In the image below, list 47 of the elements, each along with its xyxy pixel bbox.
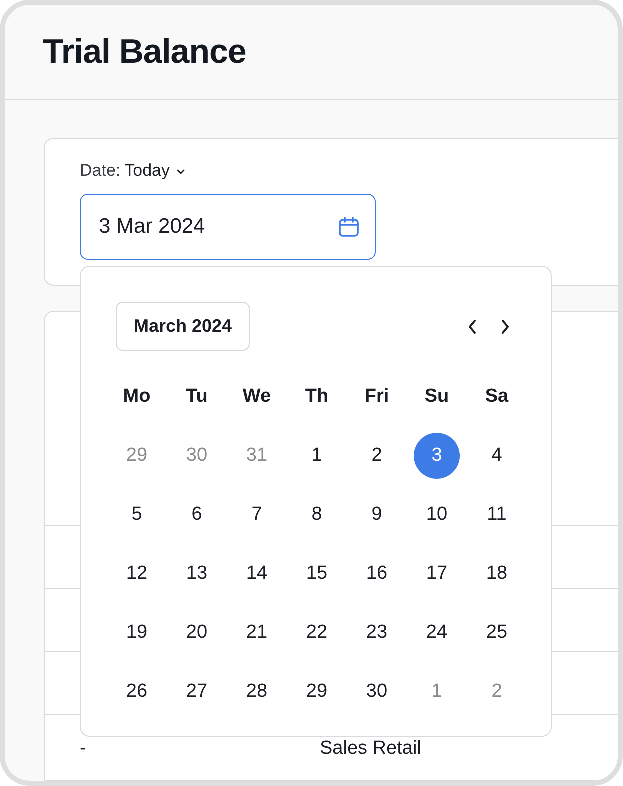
date-preset-dropdown[interactable]: Date: Today	[80, 161, 186, 181]
calendar-day[interactable]: 18	[474, 550, 520, 596]
chevron-left-icon[interactable]	[467, 318, 479, 334]
calendar-day[interactable]: 22	[294, 610, 340, 656]
calendar-day[interactable]: 6	[174, 492, 220, 538]
calendar-day[interactable]: 19	[114, 610, 160, 656]
page-title: Trial Balance	[43, 33, 248, 72]
calendar-day[interactable]: 7	[234, 492, 280, 538]
table-cell-text: -	[80, 738, 88, 760]
calendar-day[interactable]: 30	[354, 668, 400, 714]
calendar-day[interactable]: 26	[114, 668, 160, 714]
calendar-day[interactable]: 21	[234, 610, 280, 656]
calendar-icon	[337, 215, 361, 239]
calendar-day[interactable]: 23	[354, 610, 400, 656]
month-selector[interactable]: March 2024	[116, 302, 250, 351]
weekday-label: Fri	[364, 386, 390, 408]
date-field[interactable]: 3 Mar 2024	[80, 194, 376, 260]
calendar-day[interactable]: 2	[354, 432, 400, 478]
weekday-label: Th	[305, 386, 329, 408]
calendar-day[interactable]: 16	[354, 550, 400, 596]
table-cell: Sales Retail	[320, 738, 422, 760]
calendar-day[interactable]: 1	[294, 432, 340, 478]
calendar-day[interactable]: 24	[414, 610, 460, 656]
chevron-down-icon	[176, 168, 186, 176]
calendar-day[interactable]: 29	[294, 668, 340, 714]
calendar-day[interactable]: 17	[414, 550, 460, 596]
calendar-day[interactable]: 11	[474, 492, 520, 538]
calendar-day[interactable]: 25	[474, 610, 520, 656]
calendar-day[interactable]: 27	[174, 668, 220, 714]
calendar-day[interactable]: 20	[174, 610, 220, 656]
weekday-label: Sa	[485, 386, 509, 408]
calendar-day[interactable]: 13	[174, 550, 220, 596]
weekday-label: Tu	[186, 386, 208, 408]
calendar-day[interactable]: 10	[414, 492, 460, 538]
calendar-day[interactable]: 14	[234, 550, 280, 596]
calendar-day[interactable]: 3	[414, 432, 460, 478]
chevron-right-icon[interactable]	[499, 318, 511, 334]
calendar-day[interactable]: 5	[114, 492, 160, 538]
calendar-day[interactable]: 12	[114, 550, 160, 596]
calendar-day[interactable]: 9	[354, 492, 400, 538]
weekday-label: Su	[424, 386, 450, 408]
calendar-day[interactable]: 8	[294, 492, 340, 538]
weekday-label: We	[242, 386, 272, 408]
weekday-label: Mo	[123, 386, 151, 408]
calendar-day[interactable]: 15	[294, 550, 340, 596]
calendar-day[interactable]: 4	[474, 432, 520, 478]
calendar-day[interactable]: 28	[234, 668, 280, 714]
